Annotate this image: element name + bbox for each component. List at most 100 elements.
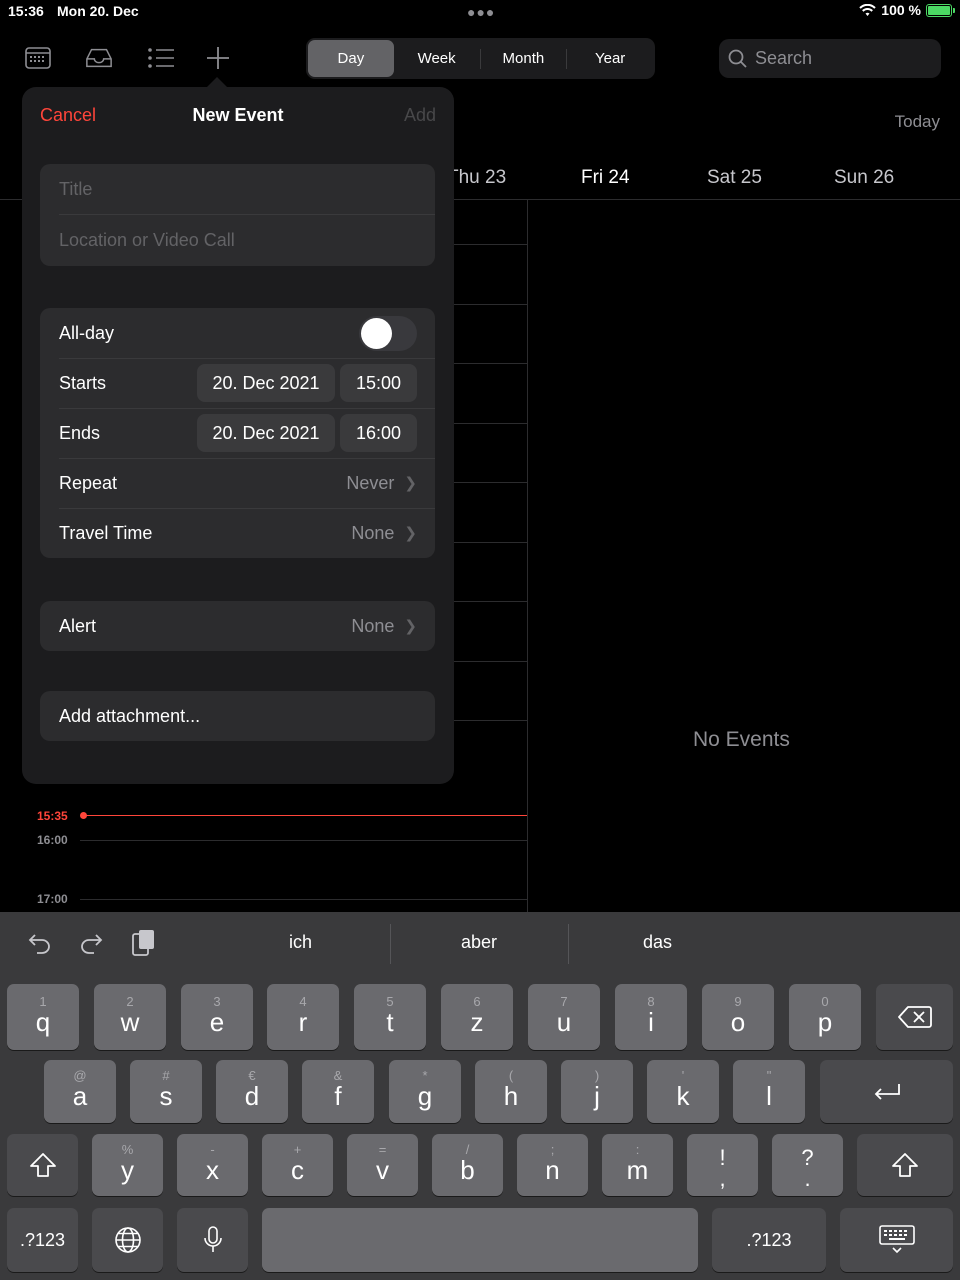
start-date-picker[interactable]: 20. Dec 2021 <box>197 364 335 402</box>
shift-key-left[interactable] <box>7 1134 78 1196</box>
key[interactable]: / b <box>432 1134 503 1196</box>
key-alt: 6 <box>473 993 481 1009</box>
key[interactable]: 2w <box>94 984 166 1050</box>
key[interactable]: 7u <box>528 984 600 1050</box>
alert-label: Alert <box>59 615 97 636</box>
delete-key[interactable] <box>876 984 953 1050</box>
key[interactable]: 4r <box>267 984 339 1050</box>
start-time-picker[interactable]: 15:00 <box>340 364 417 402</box>
all-day-label: All-day <box>59 322 115 343</box>
hour-line <box>453 601 527 602</box>
key[interactable]: + c <box>262 1134 333 1196</box>
paste-icon[interactable] <box>132 929 156 957</box>
key[interactable]: # s <box>130 1060 202 1123</box>
inbox-icon[interactable] <box>85 44 113 72</box>
key[interactable]: 1q <box>7 984 79 1050</box>
key[interactable]: (h <box>475 1060 547 1123</box>
key[interactable]: % y <box>92 1134 163 1196</box>
key[interactable]: ?. <box>772 1134 843 1196</box>
title-placeholder: Title <box>59 178 93 199</box>
key[interactable]: ' k <box>647 1060 719 1123</box>
numbers-key-right[interactable]: .?123 <box>712 1208 826 1272</box>
search-field[interactable]: Search <box>719 39 941 78</box>
list-icon[interactable] <box>147 44 175 72</box>
undo-icon[interactable] <box>28 932 52 954</box>
key[interactable]: :m <box>602 1134 673 1196</box>
calendars-icon[interactable] <box>24 44 52 72</box>
search-placeholder: Search <box>755 48 813 68</box>
key-char: d <box>244 1081 260 1111</box>
dismiss-keyboard-key[interactable] <box>840 1208 953 1272</box>
day-header-thu[interactable]: Thu 23 <box>447 167 506 189</box>
view-switcher: Day Week Month Year <box>306 38 655 79</box>
all-day-toggle[interactable] <box>359 315 417 351</box>
hour-line <box>453 720 527 721</box>
location-input[interactable]: Location or Video Call <box>40 214 435 266</box>
tab-week[interactable]: Week <box>394 40 480 77</box>
battery-percent: 100 % <box>881 2 921 18</box>
key[interactable]: 3e <box>181 984 253 1050</box>
cancel-button[interactable]: Cancel <box>40 105 96 126</box>
alert-row[interactable]: Alert None ❯ <box>40 601 435 651</box>
suggestion-2[interactable]: aber <box>461 932 497 953</box>
key-alt: 5 <box>386 993 394 1009</box>
tab-day[interactable]: Day <box>308 40 394 77</box>
key[interactable]: 0p <box>789 984 861 1050</box>
space-key[interactable] <box>262 1208 698 1272</box>
current-time-label: 15:35 <box>37 809 68 823</box>
ends-row: Ends 20. Dec 2021 16:00 <box>40 408 435 458</box>
key[interactable]: ) j <box>561 1060 633 1123</box>
day-header-sat[interactable]: Sat 25 <box>707 167 762 189</box>
suggestion-3[interactable]: das <box>643 932 672 953</box>
today-button[interactable]: Today <box>895 112 940 132</box>
key[interactable]: € d <box>216 1060 288 1123</box>
day-header-sun[interactable]: Sun 26 <box>834 167 894 189</box>
repeat-row[interactable]: Repeat Never ❯ <box>40 458 435 508</box>
key[interactable]: @ a <box>44 1060 116 1123</box>
key[interactable]: ; n <box>517 1134 588 1196</box>
end-date-picker[interactable]: 20. Dec 2021 <box>197 414 335 452</box>
no-events-label: No Events <box>693 728 790 751</box>
key-alt: + <box>293 1141 302 1157</box>
redo-icon[interactable] <box>79 932 103 954</box>
key[interactable]: 8i <box>615 984 687 1050</box>
key[interactable]: & f <box>302 1060 374 1123</box>
chevron-right-icon: ❯ <box>404 475 417 492</box>
globe-key[interactable] <box>92 1208 163 1272</box>
travel-time-value: None <box>351 522 395 543</box>
starts-row: Starts 20. Dec 2021 15:00 <box>40 358 435 408</box>
key[interactable]: -x <box>177 1134 248 1196</box>
add-button[interactable]: Add <box>404 105 436 126</box>
travel-time-row[interactable]: Travel Time None ❯ <box>40 508 435 558</box>
hour-line <box>453 482 527 483</box>
tab-year[interactable]: Year <box>567 40 653 77</box>
suggestion-1[interactable]: ich <box>289 932 312 953</box>
battery-icon <box>926 3 955 17</box>
key[interactable]: 5t <box>354 984 426 1050</box>
key-alt: % <box>121 1141 134 1157</box>
key-char: e <box>209 1006 225 1037</box>
numbers-key-left[interactable]: .?123 <box>7 1208 78 1272</box>
shift-key-right[interactable] <box>857 1134 953 1196</box>
end-time-picker[interactable]: 16:00 <box>340 414 417 452</box>
add-attachment-row[interactable]: Add attachment... <box>40 691 435 741</box>
return-key[interactable] <box>820 1060 953 1123</box>
key[interactable]: = v <box>347 1134 418 1196</box>
key[interactable]: !, <box>687 1134 758 1196</box>
plus-icon[interactable] <box>204 44 232 72</box>
key-char: o <box>730 1006 746 1037</box>
search-icon <box>728 49 747 68</box>
key-alt: 8 <box>647 993 655 1009</box>
day-header-fri[interactable]: Fri 24 <box>581 167 630 189</box>
add-attachment-label: Add attachment... <box>59 705 201 726</box>
key[interactable]: 9o <box>702 984 774 1050</box>
key[interactable]: 6z <box>441 984 513 1050</box>
key-alt: 3 <box>213 993 221 1009</box>
multitasking-dots-icon[interactable]: ●●● <box>467 4 495 20</box>
tab-month[interactable]: Month <box>481 40 567 77</box>
dictation-key[interactable] <box>177 1208 248 1272</box>
key[interactable]: " l <box>733 1060 805 1123</box>
key-alt: 1 <box>39 993 47 1009</box>
title-input[interactable]: Title <box>40 164 435 214</box>
key[interactable]: * g <box>389 1060 461 1123</box>
